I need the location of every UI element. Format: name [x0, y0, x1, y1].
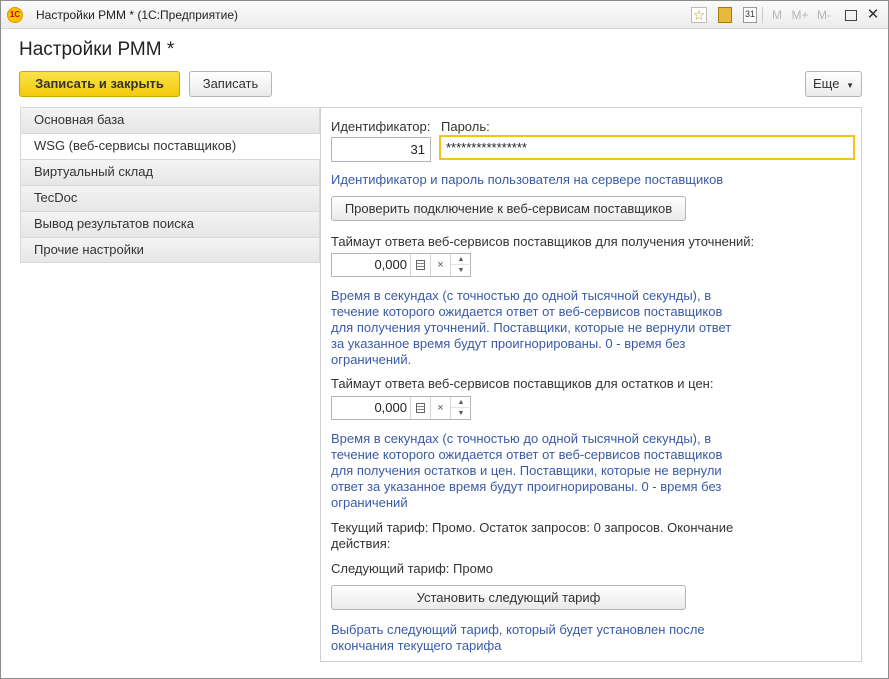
1c-logo-icon[interactable]: 1С	[7, 7, 23, 23]
timeout1-label: Таймаут ответа веб-сервисов поставщиков …	[331, 234, 755, 249]
nav-item-search-output[interactable]: Вывод результатов поиска	[20, 211, 320, 237]
calculator-icon[interactable]	[410, 254, 430, 276]
clear-icon[interactable]: ×	[430, 254, 450, 276]
check-connection-button[interactable]: Проверить подключение к веб-сервисам пос…	[331, 196, 686, 221]
hint-line: Время в секундах (с точностью до одной т…	[331, 431, 712, 446]
timeout1-field[interactable]: 0,000 × ▲ ▼	[331, 253, 471, 277]
wsg-settings-panel: Идентификатор: Пароль: 31 **************…	[320, 107, 862, 662]
hint-line: для получения уточнений. Поставщики, кот…	[331, 320, 732, 335]
timeout2-field[interactable]: 0,000 × ▲ ▼	[331, 396, 471, 420]
calculator-icon[interactable]	[410, 397, 430, 419]
hint-line: для получения остатков и цен. Поставщики…	[331, 463, 722, 478]
credentials-hint: Идентификатор и пароль пользователя на с…	[331, 172, 724, 187]
close-icon[interactable]: ✕	[865, 6, 881, 24]
timeout1-spinner[interactable]: ▲ ▼	[450, 254, 471, 276]
current-tariff-line: Текущий тариф: Промо. Остаток запросов: …	[331, 520, 734, 535]
next-tariff-text: Следующий тариф: Промо	[331, 561, 494, 576]
star-icon[interactable]: ☆	[691, 7, 707, 23]
identifier-label: Идентификатор:	[331, 119, 431, 134]
memory-button[interactable]: M	[769, 6, 785, 24]
timeout2-value[interactable]: 0,000	[332, 397, 410, 419]
memory-plus-button[interactable]: M+	[789, 6, 811, 24]
password-input[interactable]: ****************	[439, 135, 855, 160]
more-button-label: Еще	[813, 76, 840, 91]
password-label: Пароль:	[441, 119, 490, 134]
nav-item-wsg[interactable]: WSG (веб-сервисы поставщиков)	[20, 133, 321, 159]
maximize-icon[interactable]	[845, 10, 857, 21]
nav-item-tecdoc[interactable]: TecDoc	[20, 185, 320, 211]
hint-line: ограничений	[331, 495, 408, 510]
timeout1-hint: Время в секундах (с точностью до одной т…	[331, 288, 731, 368]
timeout2-hint: Время в секундах (с точностью до одной т…	[331, 431, 722, 511]
spin-up-icon[interactable]: ▲	[451, 397, 471, 408]
hint-line: ответ за указанное время будут проигнори…	[331, 479, 722, 494]
settings-nav: Основная база WSG (веб-сервисы поставщик…	[20, 107, 321, 263]
hint-line: ограничений.	[331, 352, 412, 367]
timeout1-value[interactable]: 0,000	[332, 254, 410, 276]
hint-line: Время в секундах (с точностью до одной т…	[331, 288, 712, 303]
calendar-icon[interactable]: 31	[743, 7, 757, 23]
current-tariff-text: Текущий тариф: Промо. Остаток запросов: …	[331, 520, 733, 552]
hint-line: окончания текущего тарифа	[331, 638, 502, 653]
title-bar: 1С Настройки РММ * (1С:Предприятие) ☆ 31…	[1, 1, 888, 29]
window-title: Настройки РММ * (1С:Предприятие)	[36, 8, 238, 22]
nav-item-main-base[interactable]: Основная база	[20, 107, 320, 133]
spin-down-icon[interactable]: ▼	[451, 408, 471, 419]
page-title: Настройки РММ *	[19, 39, 175, 60]
more-button[interactable]: Еще ▼	[805, 71, 862, 97]
current-tariff-line: действия:	[331, 536, 391, 551]
chevron-down-icon: ▼	[846, 81, 854, 90]
tariff-hint: Выбрать следующий тариф, который будет у…	[331, 622, 705, 654]
hint-line: за указанное время будут проигнорированы…	[331, 336, 686, 351]
memory-minus-button[interactable]: M-	[813, 6, 835, 24]
spin-down-icon[interactable]: ▼	[451, 265, 471, 276]
toolbar-separator	[762, 7, 763, 23]
nav-item-other-settings[interactable]: Прочие настройки	[20, 237, 320, 263]
save-button[interactable]: Записать	[189, 71, 272, 97]
set-next-tariff-button[interactable]: Установить следующий тариф	[331, 585, 686, 610]
timeout2-label: Таймаут ответа веб-сервисов поставщиков …	[331, 376, 714, 391]
hint-line: течение которого ожидается ответ от веб-…	[331, 447, 723, 462]
timeout2-spinner[interactable]: ▲ ▼	[450, 397, 471, 419]
hint-line: Выбрать следующий тариф, который будет у…	[331, 622, 705, 637]
identifier-input[interactable]: 31	[331, 137, 431, 162]
calculator-icon[interactable]	[718, 7, 732, 23]
nav-item-virtual-warehouse[interactable]: Виртуальный склад	[20, 159, 320, 185]
save-and-close-button[interactable]: Записать и закрыть	[19, 71, 180, 97]
clear-icon[interactable]: ×	[430, 397, 450, 419]
spin-up-icon[interactable]: ▲	[451, 254, 471, 265]
hint-line: течение которого ожидается ответ от веб-…	[331, 304, 723, 319]
app-window: 1С Настройки РММ * (1С:Предприятие) ☆ 31…	[0, 0, 889, 679]
